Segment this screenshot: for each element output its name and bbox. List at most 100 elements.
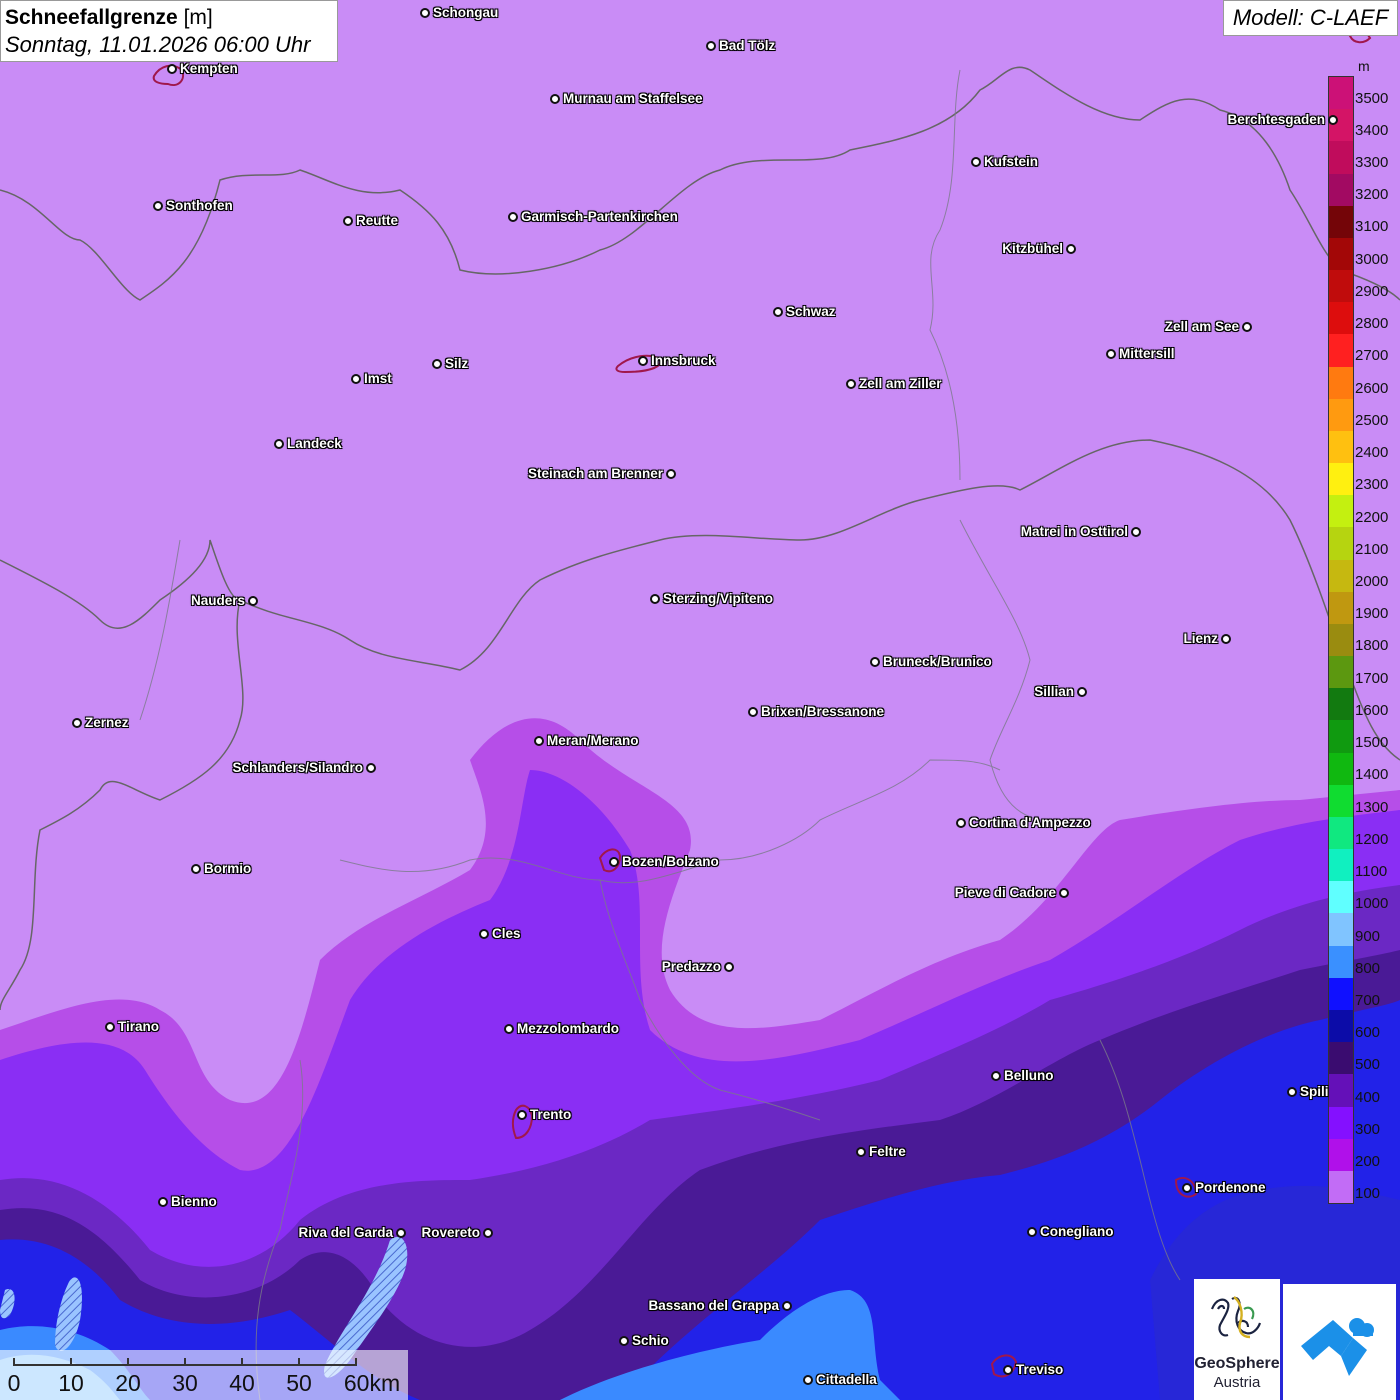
legend-tick-label: 600 [1355,1024,1381,1042]
city-label: Brixen/Bressanone [761,704,885,719]
legend-tick-label: 1600 [1355,701,1389,719]
city-label: Bad Tölz [719,38,776,53]
app-logo[interactable] [1283,1284,1396,1400]
legend-swatch [1329,495,1353,528]
city-dot-icon [638,356,648,366]
legend-swatch [1329,302,1353,335]
city-dot-icon [609,857,619,867]
legend-swatch [1329,205,1353,238]
city-dot-icon [105,1022,115,1032]
city-label: Kitzbühel [1002,241,1063,256]
scale-label: 50 [286,1370,312,1396]
legend-swatch [1329,270,1353,303]
legend-tick-label: 500 [1355,1056,1381,1074]
legend-tick-label: 1900 [1355,605,1389,623]
city-dot-icon [432,359,442,369]
city-label: Garmisch-Partenkirchen [521,209,678,224]
model-label: Modell: C-LAEF [1223,0,1398,36]
logo-name: GeoSphere [1194,1355,1280,1372]
city-label: Treviso [1016,1362,1064,1377]
city-label: Matrei in Osttirol [1020,524,1128,539]
map-title: Schneefallgrenze [m] [5,4,333,31]
city-label: Sterzing/Vipiteno [663,591,774,606]
legend-tick-label: 2500 [1355,411,1389,429]
city-label: Sonthofen [166,198,233,213]
legend-tick-label: 1100 [1355,863,1388,881]
city-dot-icon [396,1228,406,1238]
city-dot-icon [248,596,258,606]
city-label: Riva del Garda [298,1225,393,1240]
city-dot-icon [650,594,660,604]
city-dot-icon [1131,527,1141,537]
legend-tick-label: 1800 [1355,637,1389,655]
legend-swatch [1329,752,1353,785]
scale-tick [70,1358,72,1366]
city-label: Mittersill [1119,346,1175,361]
legend-swatch [1329,559,1353,592]
legend-tick-label: 1400 [1355,766,1389,784]
legend-swatch [1329,463,1353,496]
scale-label: 10 [58,1370,84,1396]
city-label: Rovereto [421,1225,480,1240]
legend-swatch [1329,816,1353,850]
city-label: Zernez [85,715,129,730]
city-label: Lienz [1183,631,1218,646]
city-dot-icon [1003,1365,1013,1375]
city-dot-icon [1328,115,1338,125]
scale-label: 20 [115,1370,141,1396]
legend-tick-label: 1000 [1355,895,1389,913]
city-dot-icon [991,1071,1001,1081]
legend-unit: m [1358,58,1370,74]
legend-swatch [1329,945,1353,978]
legend-swatch [1329,977,1353,1010]
legend-swatch [1329,109,1353,142]
legend-swatch [1329,849,1353,882]
legend-tick-label: 100 [1355,1185,1381,1203]
legend-tick-label: 900 [1355,927,1381,945]
color-legend [1328,76,1354,1204]
city-dot-icon [773,307,783,317]
city-dot-icon [846,379,856,389]
legend-swatch [1329,913,1353,946]
city-label: Cles [492,926,521,941]
scale-label: 40 [229,1370,255,1396]
legend-tick-label: 2000 [1355,572,1389,590]
city-dot-icon [550,94,560,104]
scale-tick [298,1358,300,1366]
city-label: Zell am See [1164,319,1239,334]
city-dot-icon [1242,322,1252,332]
city-label: Pieve di Cadore [954,885,1056,900]
scale-label: 30 [172,1370,198,1396]
city-label: Bruneck/Brunico [883,654,992,669]
city-label: Spili [1300,1084,1329,1099]
city-label: Bozen/Bolzano [622,854,719,869]
city-dot-icon [351,374,361,384]
city-dot-icon [1027,1227,1037,1237]
geosphere-emblem-icon [1210,1296,1262,1339]
city-label: Schio [632,1333,669,1348]
city-dot-icon [1059,888,1069,898]
legend-tick-label: 2700 [1355,347,1389,365]
legend-swatch [1329,527,1353,560]
legend-tick-label: 2300 [1355,476,1389,494]
legend-swatch [1329,656,1353,689]
city-dot-icon [274,439,284,449]
city-label: Kempten [180,61,238,76]
city-label: Bormio [204,861,252,876]
legend-tick-label: 1300 [1355,798,1389,816]
legend-tick-label: 2900 [1355,282,1389,300]
city-label: Kufstein [984,154,1038,169]
city-label: Bassano del Grappa [648,1298,779,1313]
city-label: Imst [364,371,392,386]
legend-swatch [1329,430,1353,464]
legend-swatch [1329,623,1353,657]
legend-tick-label: 3300 [1355,154,1389,172]
scale-tick [355,1358,357,1366]
legend-tick-label: 2100 [1355,540,1389,558]
city-label: Nauders [190,593,245,608]
legend-swatch [1329,881,1353,914]
geosphere-logo[interactable]: GeoSphere Austria [1194,1279,1280,1400]
city-label: Cortina d'Ampezzo [969,815,1091,830]
city-dot-icon [504,1024,514,1034]
city-dot-icon [343,216,353,226]
